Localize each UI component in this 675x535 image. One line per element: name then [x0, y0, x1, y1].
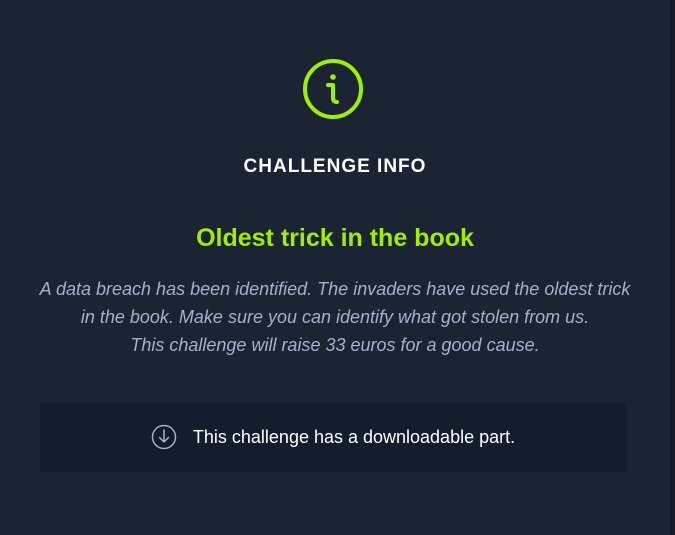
download-circle-icon — [151, 424, 177, 450]
description-line: A data breach has been identified. The i… — [39, 279, 631, 299]
description-line: in the book. Make sure you can identify … — [80, 307, 590, 327]
challenge-description: A data breach has been identified. The i… — [20, 275, 650, 359]
challenge-name: Oldest trick in the book — [196, 224, 474, 252]
description-line: This challenge will raise 33 euros for a… — [130, 335, 540, 355]
download-notice: This challenge has a downloadable part. — [40, 402, 626, 472]
scrollbar[interactable] — [670, 0, 675, 535]
modal-title: CHALLENGE INFO — [243, 156, 427, 177]
challenge-info-modal: CHALLENGE INFO Oldest trick in the book … — [0, 0, 670, 535]
download-notice-text: This challenge has a downloadable part. — [192, 426, 516, 447]
info-circle-icon — [303, 59, 363, 119]
